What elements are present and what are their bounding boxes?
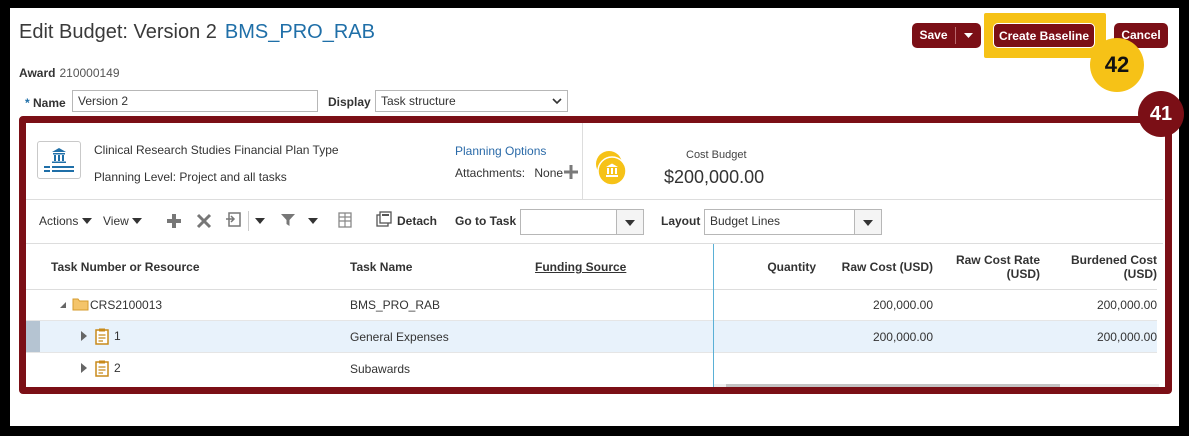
layout-label: Layout [661,214,701,228]
award-label: Award [19,66,56,80]
folder-icon [72,298,89,311]
task-icon [95,328,109,345]
layout-select-value: Budget Lines [710,214,781,228]
name-field[interactable]: Version 2 [72,90,318,112]
col-raw-cost[interactable]: Raw Cost (USD) [826,260,933,274]
required-icon: * [25,96,30,110]
cost-budget-label: Cost Budget [686,149,747,161]
actions-menu[interactable]: Actions [39,214,92,228]
view-menu[interactable]: View [103,214,143,228]
save-menu-chevron-icon[interactable] [956,23,981,48]
goto-task-label: Go to Task [455,214,517,228]
burdened-cost-cell: 200,000.00 [1096,298,1157,312]
expand-icon[interactable] [80,363,88,373]
view-chevron-icon [132,218,143,224]
frozen-column-divider [713,244,714,387]
layout-dropdown[interactable] [854,210,881,234]
delete-row-icon[interactable] [196,213,212,229]
save-button-group: Save [912,23,981,48]
goto-task-input[interactable] [520,209,644,235]
create-baseline-button[interactable]: Create Baseline [993,23,1095,48]
award-value: 210000149 [59,66,120,80]
horizontal-scrollbar[interactable] [714,384,1159,387]
planning-options-link[interactable]: Planning Options [455,144,546,158]
freeze-icon[interactable] [336,211,354,229]
page-title-text: Edit Budget: Version 2 [19,21,217,43]
view-label: View [103,214,129,228]
task-name-cell: Subawards [350,362,411,376]
chevron-down-icon [552,98,562,105]
table-header: Task Number or Resource Task Name Fundin… [26,244,1157,290]
goto-task-dropdown[interactable] [616,210,643,234]
export-icon[interactable] [225,211,243,229]
toolbar-divider [248,211,249,231]
cost-budget-icon [594,150,628,186]
page-title: Edit Budget: Version 2 BMS_PRO_RAB [19,21,375,44]
col-burdened-cost[interactable]: Burdened Cost (USD) [1047,253,1157,281]
add-attachment-icon[interactable] [564,165,578,179]
attachments-value: None [534,166,564,180]
cost-budget-value: $200,000.00 [664,167,765,187]
table-row[interactable]: CRS2100013 BMS_PRO_RAB 200,000.00 200,00… [26,289,1157,321]
budget-table: Task Number or Resource Task Name Fundin… [26,243,1163,387]
planning-level-text: Planning Level: Project and all tasks [94,170,287,184]
col-burdened-cost-line2: (USD) [1123,267,1157,281]
col-quantity[interactable]: Quantity [746,260,816,274]
task-number-link[interactable]: 1 [114,329,121,343]
layout-chevron-icon [863,220,873,226]
summary-divider [582,123,583,199]
page: Edit Budget: Version 2 BMS_PRO_RAB Award 2… [10,8,1184,426]
save-button[interactable]: Save [912,23,955,48]
name-label: Name [33,96,66,110]
raw-cost-cell: 200,000.00 [872,330,933,344]
task-number-link[interactable]: CRS2100013 [90,298,162,312]
detach-icon[interactable] [376,211,392,227]
task-name-cell: General Expenses [350,330,449,344]
display-select[interactable]: Task structure [375,90,568,112]
task-name-cell: BMS_PRO_RAB [350,298,441,312]
col-raw-cost-rate-line1: Raw Cost Rate [955,253,1040,267]
filter-chevron-icon[interactable] [308,217,318,225]
expand-icon[interactable] [80,331,88,341]
actions-chevron-icon [81,218,92,224]
col-task-number[interactable]: Task Number or Resource [51,260,200,274]
plan-type-icon [37,141,81,179]
task-number-link[interactable]: 2 [114,361,121,375]
col-raw-cost-rate[interactable]: Raw Cost Rate (USD) [936,253,1040,281]
table-toolbar: Actions View Detach Go to Task Layout Bu… [26,201,1163,241]
goto-task-chevron-icon [625,220,635,226]
table-row[interactable]: 2 Subawards [26,353,1157,385]
step-callout-42: 42 [1090,38,1144,92]
add-row-icon[interactable] [166,213,182,229]
attachments-label: Attachments: [455,166,526,180]
award-info: Award 210000149 [19,66,120,80]
project-name: BMS_PRO_RAB [224,21,375,43]
attachments: Attachments: None [455,166,563,180]
row-selector[interactable] [26,321,40,352]
actions-label: Actions [39,214,79,228]
col-funding-source[interactable]: Funding Source [535,260,626,274]
burdened-cost-cell: 200,000.00 [1096,330,1157,344]
col-burdened-cost-line1: Burdened Cost [1070,253,1157,267]
detach-button[interactable]: Detach [397,214,437,228]
scrollbar-thumb[interactable] [726,384,1060,387]
display-label: Display [328,95,371,109]
col-task-name[interactable]: Task Name [350,260,412,274]
name-label-wrap: * Name [25,96,66,110]
raw-cost-cell: 200,000.00 [872,298,933,312]
plan-type-text: Clinical Research Studies Financial Plan… [94,143,339,157]
summary-panel: Clinical Research Studies Financial Plan… [26,123,1163,200]
display-select-value: Task structure [381,94,456,108]
layout-select[interactable]: Budget Lines [704,209,882,235]
more-chevron-icon[interactable] [255,217,265,225]
table-row[interactable]: 1 General Expenses 200,000.00 200,000.00 [26,321,1157,353]
budget-content: Clinical Research Studies Financial Plan… [26,123,1165,387]
filter-icon[interactable] [280,212,296,228]
task-icon [95,360,109,377]
step-callout-41: 41 [1138,91,1184,137]
collapse-icon[interactable] [59,301,67,309]
col-raw-cost-rate-line2: (USD) [1006,267,1040,281]
